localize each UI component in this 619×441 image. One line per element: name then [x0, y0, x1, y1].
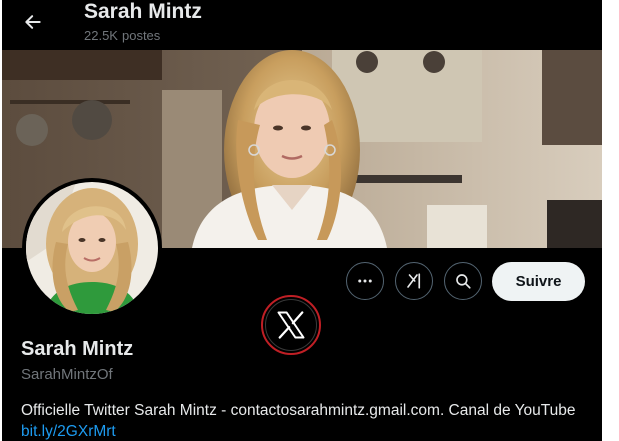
post-count-label: postes [121, 28, 161, 43]
avatar-photo [26, 182, 158, 314]
search-icon [456, 274, 471, 289]
bio-text: Officielle Twitter Sarah Mintz - contact… [21, 402, 576, 419]
post-count-value: 22.5K [84, 28, 118, 43]
grok-icon [407, 273, 421, 289]
profile-handle: SarahMintzOf [21, 366, 113, 383]
header-title: Sarah Mintz [84, 0, 202, 23]
x-logo-icon [277, 311, 305, 339]
page-margin [602, 0, 619, 441]
profile-page: Sarah Mintz 22.5K postes Suivre Sarah Mi… [2, 0, 602, 441]
post-count: 22.5K postes [84, 28, 160, 44]
profile-header: Sarah Mintz 22.5K postes [2, 0, 602, 50]
search-button[interactable] [444, 262, 482, 300]
x-logo-badge [261, 295, 321, 355]
profile-bio: Officielle Twitter Sarah Mintz - contact… [21, 400, 593, 441]
bio-link[interactable]: bit.ly/2GXrMrt [21, 423, 116, 440]
profile-name: Sarah Mintz [21, 338, 134, 360]
avatar-container[interactable] [22, 178, 162, 318]
avatar[interactable] [26, 182, 158, 314]
back-button[interactable] [16, 5, 50, 39]
more-horizontal-icon [358, 279, 372, 283]
grok-button[interactable] [395, 262, 433, 300]
arrow-left-icon [25, 15, 41, 29]
more-button[interactable] [346, 262, 384, 300]
follow-button[interactable]: Suivre [492, 262, 585, 301]
